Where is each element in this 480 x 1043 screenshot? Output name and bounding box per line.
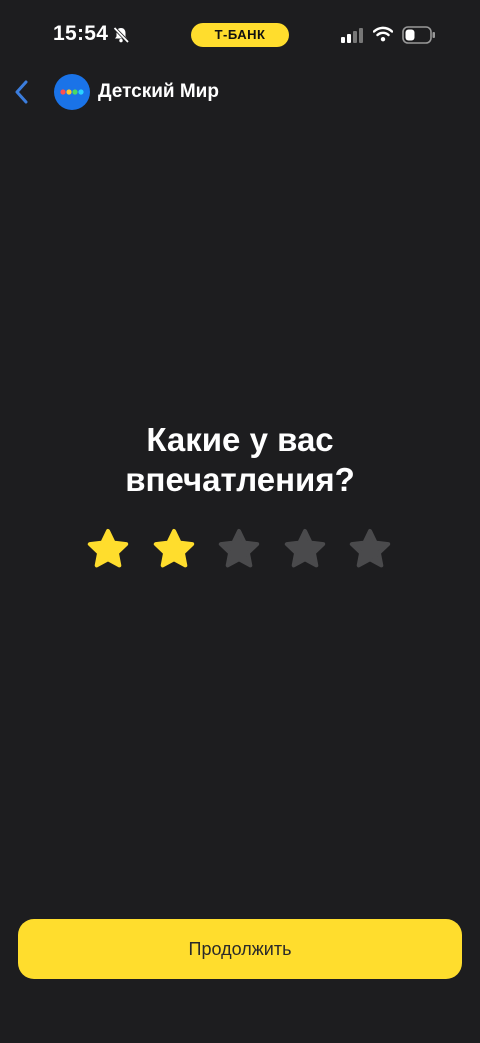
rating-screen: 15:54 Т-БАНК Детский Мир Какие у вас впе… [0,0,480,1043]
status-bar: 15:54 Т-БАНК [0,0,480,70]
star-rating [85,527,395,573]
star-2-icon[interactable] [151,527,197,573]
app-header: Детский Мир [0,70,480,114]
star-5-icon[interactable] [347,527,393,573]
shop-name: Детский Мир [98,81,219,102]
wifi-icon [373,26,393,42]
rating-question: Какие у вас впечатления? [125,421,355,498]
chevron-left-icon [15,80,28,104]
star-1-icon[interactable] [85,527,131,573]
battery-icon [402,26,435,44]
continue-button[interactable]: Продолжить [18,919,462,979]
star-3-icon[interactable] [216,527,262,573]
bell-slash-icon [113,26,130,44]
carrier-badge: Т-БАНК [191,23,289,47]
back-button[interactable] [8,76,36,108]
status-time: 15:54 [53,22,109,45]
star-4-icon[interactable] [282,527,328,573]
detsky-mir-logo-icon [60,89,84,95]
shop-avatar [54,74,90,110]
signal-icon [341,28,363,43]
